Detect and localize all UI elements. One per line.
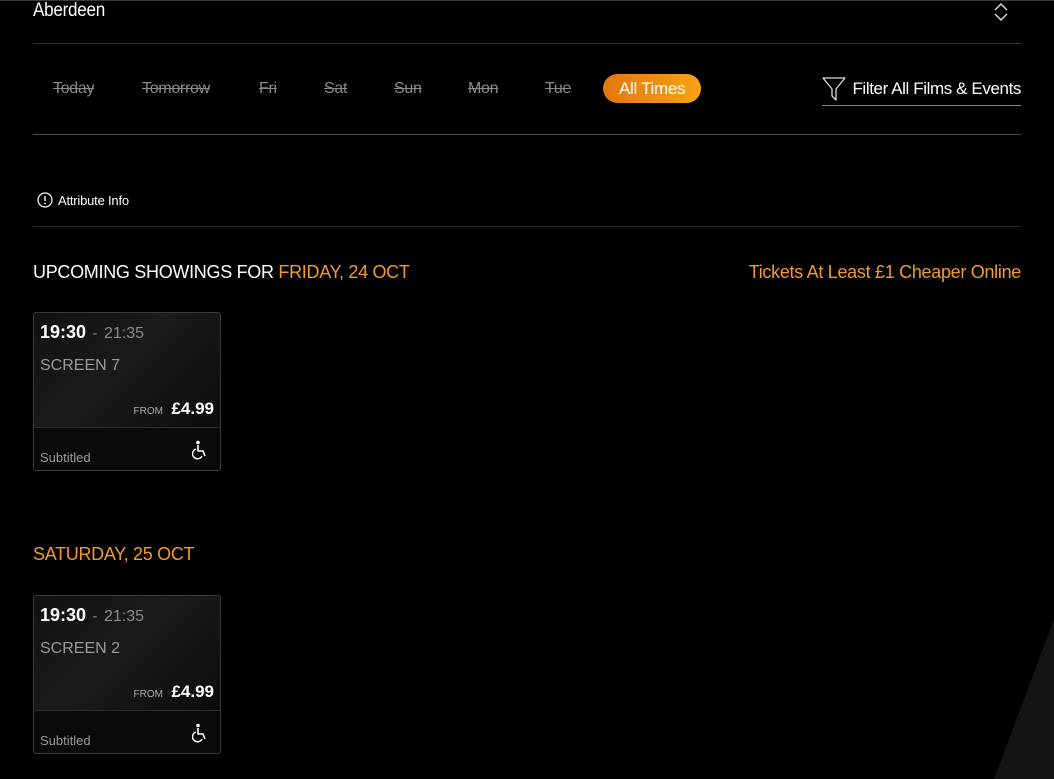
upcoming-heading: UPCOMING SHOWINGS FOR FRIDAY, 24 OCT [33, 261, 410, 283]
attribute-label: Subtitled [40, 450, 91, 465]
wheelchair-icon [192, 440, 206, 460]
tab-all-times[interactable]: All Times [603, 74, 702, 103]
price: £4.99 [171, 399, 214, 418]
showtime-card[interactable]: 19:30 - 21:35 SCREEN 2 FROM £4.99 Subtit… [33, 595, 221, 754]
showtime: 19:30 - 21:35 [40, 605, 144, 626]
showtimes-page: Aberdeen Today Tomorrow Fri Sat Sun Mon … [0, 0, 1054, 779]
time-separator: - [92, 325, 98, 342]
tab-tue[interactable]: Tue [545, 79, 571, 99]
online-promo: Tickets At Least £1 Cheaper Online [748, 262, 1022, 282]
attribute-info-label: Attribute Info [58, 192, 129, 208]
tab-today[interactable]: Today [53, 79, 95, 99]
from-label: FROM [133, 406, 163, 417]
card-main: 19:30 - 21:35 SCREEN 7 FROM £4.99 [34, 313, 220, 428]
price: £4.99 [171, 682, 214, 701]
upcoming-prefix: UPCOMING SHOWINGS FOR [33, 262, 279, 282]
funnel-icon [822, 77, 846, 101]
screen-label: SCREEN 2 [40, 640, 121, 657]
from-label: FROM [133, 689, 163, 700]
filter-label: Filter All Films & Events [852, 79, 1021, 98]
end-time: 21:35 [103, 325, 144, 342]
end-time: 21:35 [103, 608, 144, 625]
chevron-updown-icon [994, 3, 1008, 21]
filter-button[interactable]: Filter All Films & Events [822, 75, 1021, 106]
section-divider [33, 226, 1021, 227]
day-heading: SATURDAY, 25 OCT [33, 544, 195, 564]
showtime: 19:30 - 21:35 [40, 322, 144, 343]
tab-sat[interactable]: Sat [324, 79, 347, 99]
start-time: 19:30 [40, 605, 87, 625]
attribute-info-link[interactable]: Attribute Info [37, 190, 129, 210]
showtime-card[interactable]: 19:30 - 21:35 SCREEN 7 FROM £4.99 Subtit… [33, 312, 221, 471]
tab-tomorrow[interactable]: Tomorrow [142, 79, 210, 99]
time-separator: - [92, 608, 98, 625]
date-tabs: Today Tomorrow Fri Sat Sun Mon Tue All T… [33, 44, 1021, 135]
day-date-label: FRIDAY, 24 OCT [278, 262, 410, 282]
wheelchair-icon [192, 723, 206, 743]
info-icon [37, 192, 53, 208]
location-name: Aberdeen [33, 0, 106, 21]
location-selector[interactable]: Aberdeen [33, 0, 1021, 44]
card-main: 19:30 - 21:35 SCREEN 2 FROM £4.99 [34, 596, 220, 711]
tab-mon[interactable]: Mon [468, 79, 499, 99]
start-time: 19:30 [40, 322, 87, 342]
attribute-label: Subtitled [40, 733, 91, 748]
screen-label: SCREEN 7 [40, 357, 121, 374]
tab-sun[interactable]: Sun [394, 79, 422, 99]
tab-fri[interactable]: Fri [259, 79, 277, 99]
decorative-corner [994, 619, 1054, 779]
